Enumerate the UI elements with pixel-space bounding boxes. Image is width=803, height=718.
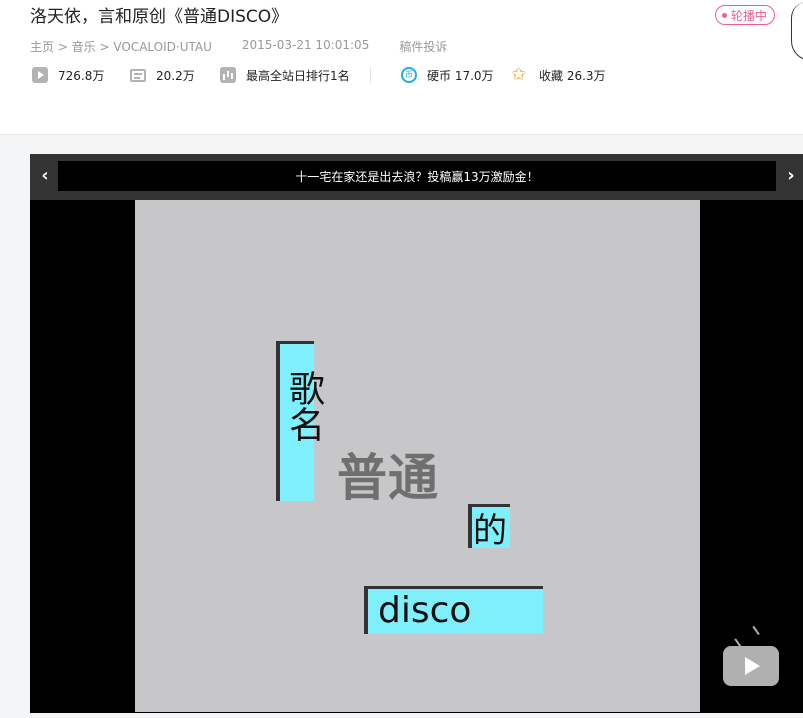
tv-icon[interactable] bbox=[723, 646, 779, 686]
breadcrumb[interactable]: 主页 > 音乐 > VOCALOID·UTAU bbox=[30, 38, 212, 55]
play-count: 726.8万 bbox=[32, 67, 130, 84]
coin-button[interactable]: 币 硬币 17.0万 bbox=[401, 67, 511, 84]
live-dot-icon bbox=[722, 12, 727, 18]
frame-text-disco: disco bbox=[378, 590, 472, 631]
coin-count-value: 硬币 17.0万 bbox=[427, 68, 494, 83]
play-count-value: 726.8万 bbox=[58, 68, 105, 83]
publish-time: 2015-03-21 10:01:05 bbox=[241, 38, 370, 52]
coin-icon: 币 bbox=[401, 67, 417, 83]
video-info-header: 洛天依，言和原创《普通DISCO》 轮播中 主页 > 音乐 > VOCALOID… bbox=[0, 0, 803, 135]
live-badge-label: 轮播中 bbox=[731, 8, 768, 23]
rank-link[interactable]: 最高全站日排行1名 bbox=[220, 67, 370, 84]
video-title: 洛天依，言和原创《普通DISCO》 bbox=[30, 7, 289, 27]
favorite-button[interactable]: ✩ 收藏 26.3万 bbox=[511, 66, 606, 84]
frame-text-de: 的 bbox=[473, 511, 507, 551]
favorite-count-value: 收藏 26.3万 bbox=[539, 68, 606, 83]
rank-value: 最高全站日排行1名 bbox=[246, 68, 350, 83]
banner-next-button[interactable]: › bbox=[781, 163, 801, 189]
video-player[interactable]: ‹ 十一宅在家还是出去浪？投稿赢13万激励金！ › 歌名 普通 的 disco bbox=[30, 154, 803, 713]
danmaku-icon bbox=[130, 68, 146, 82]
player-banner[interactable]: 十一宅在家还是出去浪？投稿赢13万激励金！ bbox=[58, 161, 776, 191]
danmaku-count: 20.2万 bbox=[130, 67, 220, 84]
player-banner-bar: ‹ 十一宅在家还是出去浪？投稿赢13万激励金！ › bbox=[30, 154, 803, 200]
video-frame[interactable]: 歌名 普通 的 disco bbox=[135, 200, 700, 712]
decorative-curve bbox=[791, 2, 803, 61]
frame-text-putong: 普通 bbox=[337, 449, 439, 507]
play-count-icon bbox=[32, 67, 48, 83]
danmaku-count-value: 20.2万 bbox=[156, 68, 195, 83]
live-badge[interactable]: 轮播中 bbox=[715, 5, 776, 25]
player-banner-text: 十一宅在家还是出去浪？投稿赢13万激励金！ bbox=[295, 169, 539, 184]
report-link[interactable]: 稿件投诉 bbox=[399, 38, 447, 55]
favorite-icon: ✩ bbox=[511, 64, 527, 85]
video-stats: 726.8万 20.2万 最高全站日排行1名 币 硬币 17.0万 ✩ 收藏 2… bbox=[32, 66, 606, 84]
rank-icon bbox=[220, 67, 236, 83]
stats-divider bbox=[370, 67, 371, 83]
video-meta: 主页 > 音乐 > VOCALOID·UTAU 2015-03-21 10:01… bbox=[30, 38, 447, 55]
banner-prev-button[interactable]: ‹ bbox=[35, 163, 55, 189]
frame-text-geming: 歌名 bbox=[283, 370, 324, 442]
tv-play-triangle bbox=[745, 657, 760, 675]
